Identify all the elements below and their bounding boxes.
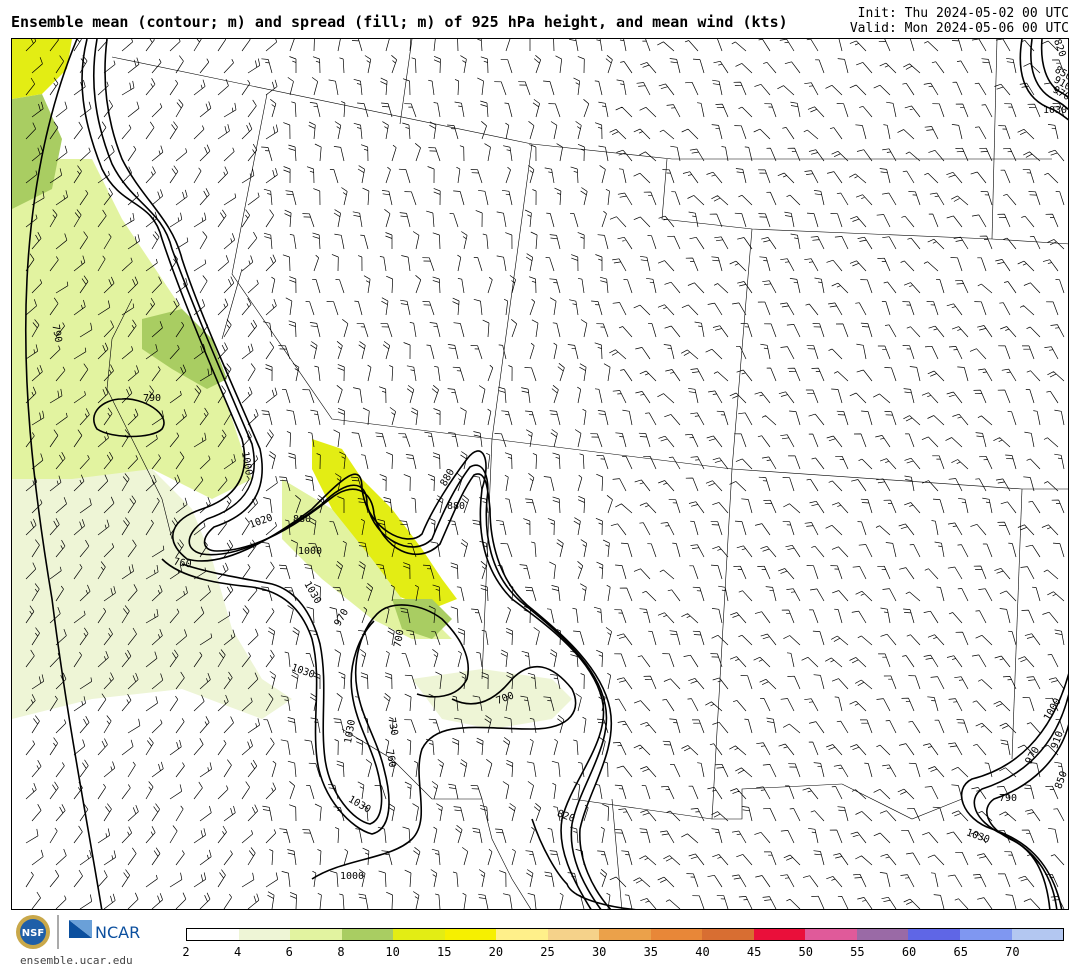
colorbar-tick-label: 65 — [953, 945, 968, 959]
colorbar-tick-label: 45 — [746, 945, 762, 959]
map-panel[interactable]: 790 790 1000 1020 880 1000 760 1030 970 700 700 730… — [11, 38, 1069, 910]
colorbar-tick-label: 70 — [1005, 945, 1020, 959]
contour-label: 1030 — [343, 719, 358, 745]
boundary-line — [111, 56, 1052, 160]
ncar-logo-icon: NCAR — [69, 920, 140, 942]
colorbar-tick-label: 25 — [540, 945, 555, 959]
colorbar-swatch — [805, 929, 857, 940]
map-title: Ensemble mean (contour; m) and spread (f… — [11, 13, 788, 31]
colorbar-tick-label: 30 — [591, 945, 607, 959]
colorbar-tick-label: 15 — [437, 945, 452, 959]
colorbar-swatch — [341, 929, 394, 940]
colorbar-tick-label: 8 — [337, 945, 345, 959]
contour-label: 790 — [143, 393, 161, 404]
colorbar-swatch — [959, 929, 1012, 940]
contour-label: 910 — [1049, 730, 1066, 751]
colorbar-tick-label: 40 — [695, 945, 710, 959]
run-info: Init: Thu 2024-05-02 00 UTC Valid: Mon 2… — [850, 6, 1069, 36]
contour-label: 970 — [333, 607, 352, 628]
nsf-logo-text: NSF — [22, 928, 44, 939]
contour-label: 820 — [555, 808, 576, 825]
boundary-line — [661, 158, 1068, 245]
spread-fill-yellow — [12, 39, 72, 99]
spread-fill — [12, 39, 572, 729]
boundary-line — [611, 798, 623, 909]
contour-label: 1020 — [248, 512, 274, 531]
spread-fill-light — [12, 459, 292, 719]
spread-fill-yellowgreen — [12, 159, 252, 499]
contour-label: 880 — [447, 501, 465, 512]
colorbar-tick-label: 55 — [850, 945, 865, 959]
colorbar-swatch — [547, 929, 600, 940]
map-canvas: 79079010001020 88010007601030970700700730… — [12, 39, 1069, 909]
colorbar-tick-label: 35 — [643, 945, 659, 959]
colorbar-tick-label: 60 — [901, 945, 917, 959]
contour-label: 760 — [383, 749, 397, 769]
boundary-line — [399, 39, 413, 125]
colorbar-ticks: 2 4 6 8 10 15 20 25 30 35 40 45 50 55 60 65 70 — [182, 945, 1064, 963]
contour-label: 700 — [393, 629, 407, 649]
boundary-line — [1011, 488, 1023, 760]
coastline — [341, 728, 532, 909]
ncar-logo-text: NCAR — [95, 923, 140, 942]
colorbar-swatch — [238, 929, 291, 940]
contour-label: 850 — [1053, 770, 1069, 791]
colorbar-swatch — [290, 929, 342, 940]
contour-label: 1030 — [965, 827, 991, 846]
colorbar-tick-label: 4 — [234, 945, 242, 959]
colorbar-swatch — [702, 929, 754, 940]
colorbar-swatch — [496, 929, 548, 940]
colorbar-swatch — [650, 929, 703, 940]
colorbar-swatch — [908, 929, 960, 940]
colorbar-tick-label: 20 — [488, 945, 504, 959]
coastline — [841, 783, 963, 820]
contour-label: 1030 — [290, 662, 316, 681]
colorbar-swatch — [187, 929, 239, 940]
colorbar-tick-label: 2 — [182, 945, 190, 959]
init-time: Init: Thu 2024-05-02 00 UTC — [857, 6, 1069, 21]
colorbar-swatch — [444, 929, 497, 940]
contour-label: 880 — [293, 514, 311, 525]
colorbar-tick-label: 6 — [285, 945, 293, 959]
boundary-line — [991, 39, 998, 240]
boundary-line — [491, 438, 1068, 490]
colorbar-swatch — [1011, 929, 1064, 940]
colorbar-swatch — [599, 929, 651, 940]
colorbar-swatch — [856, 929, 909, 940]
colorbar-tick-label: 10 — [385, 945, 400, 959]
colorbar-swatch — [753, 929, 806, 940]
valid-time: Valid: Mon 2024-05-06 00 UTC — [849, 21, 1069, 36]
contour-label: 1000 — [340, 871, 364, 882]
site-url[interactable]: ensemble.ucar.edu — [20, 954, 133, 967]
contour-label: 1030 — [301, 580, 323, 606]
colorbar — [186, 928, 1064, 941]
colorbar-swatch — [393, 929, 445, 940]
contour-line — [973, 693, 1068, 909]
contour-label: 820 — [1051, 39, 1068, 59]
nsf-logo-icon: NSF — [16, 915, 50, 949]
colorbar-tick-label: 50 — [798, 945, 813, 959]
